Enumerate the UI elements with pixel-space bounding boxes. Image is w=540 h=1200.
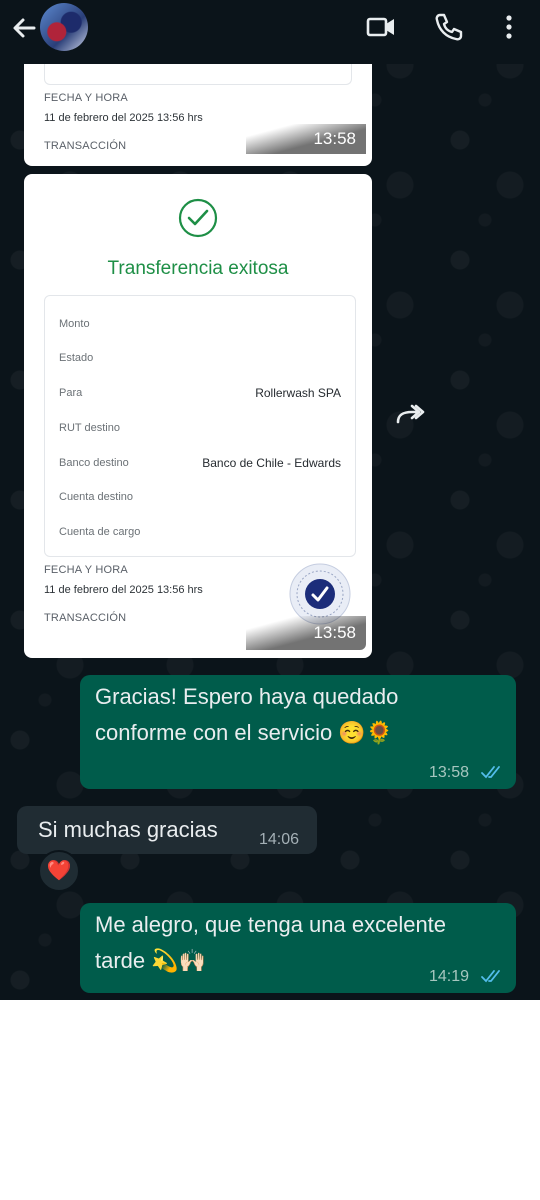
image-message[interactable]: Transferencia exitosa Monto Estado Para …: [24, 174, 372, 658]
row-label: Monto: [59, 318, 90, 330]
row-value: Banco de Chile - Edwards: [202, 456, 341, 470]
receipt-image[interactable]: Transferencia exitosa Monto Estado Para …: [30, 178, 366, 650]
row-label: Estado: [59, 352, 94, 364]
message-time: 14:19: [429, 968, 470, 985]
check-circle-icon: [178, 198, 218, 238]
transaccion-label: TRANSACCIÓN: [44, 612, 127, 624]
row-value: Rollerwash SPA: [255, 386, 341, 400]
row-label: Cuenta de cargo: [59, 526, 141, 538]
reaction-badge[interactable]: ❤️: [38, 850, 80, 892]
avatar[interactable]: [40, 3, 88, 51]
message-time: 13:58: [429, 764, 470, 781]
outgoing-message[interactable]: Me alegro, que tenga una excelente tarde…: [80, 903, 516, 993]
message-list[interactable]: FECHA Y HORA 11 de febrero del 2025 13:5…: [0, 0, 540, 1000]
message-time: 13:58: [246, 124, 366, 154]
row-label: Banco destino: [59, 457, 129, 469]
incoming-message[interactable]: Si muchas gracias 14:06: [17, 806, 317, 854]
message-time: 13:58: [246, 616, 366, 650]
message-time: 14:06: [259, 831, 300, 848]
message-text: Me alegro, que tenga una excelente: [95, 912, 447, 937]
receipt-title: Transferencia exitosa: [107, 258, 289, 279]
more-vertical-icon[interactable]: [494, 10, 524, 44]
row-label: Cuenta destino: [59, 491, 133, 503]
fecha-label: FECHA Y HORA: [44, 92, 128, 104]
message-text: conforme con el servicio ☺️🌻: [95, 720, 394, 745]
phone-icon[interactable]: [432, 10, 466, 44]
transaccion-label: TRANSACCIÓN: [44, 140, 127, 152]
fecha-label: FECHA Y HORA: [44, 564, 128, 576]
video-camera-icon[interactable]: [364, 10, 398, 44]
receipt-detail-box: Monto Estado Para Rollerwash SPA RUT des…: [44, 295, 356, 557]
fecha-value: 11 de febrero del 2025 13:56 hrs: [44, 584, 203, 596]
chat-screen: FECHA Y HORA 11 de febrero del 2025 13:5…: [0, 0, 540, 1000]
message-text: Si muchas gracias: [38, 817, 218, 842]
message-text: tarde 💫🙌🏻: [95, 948, 207, 973]
message-text: Gracias! Espero haya quedado: [95, 684, 399, 709]
fecha-value: 11 de febrero del 2025 13:56 hrs: [44, 112, 203, 124]
read-receipt-icon: [481, 766, 500, 779]
chat-header: [0, 0, 540, 64]
row-label: RUT destino: [59, 422, 120, 434]
row-label: Para: [59, 387, 83, 399]
read-receipt-icon: [481, 970, 500, 983]
arrow-left-icon[interactable]: [8, 12, 40, 44]
outgoing-message[interactable]: Gracias! Espero haya quedado conforme co…: [80, 675, 516, 789]
forward-icon[interactable]: [392, 400, 428, 432]
